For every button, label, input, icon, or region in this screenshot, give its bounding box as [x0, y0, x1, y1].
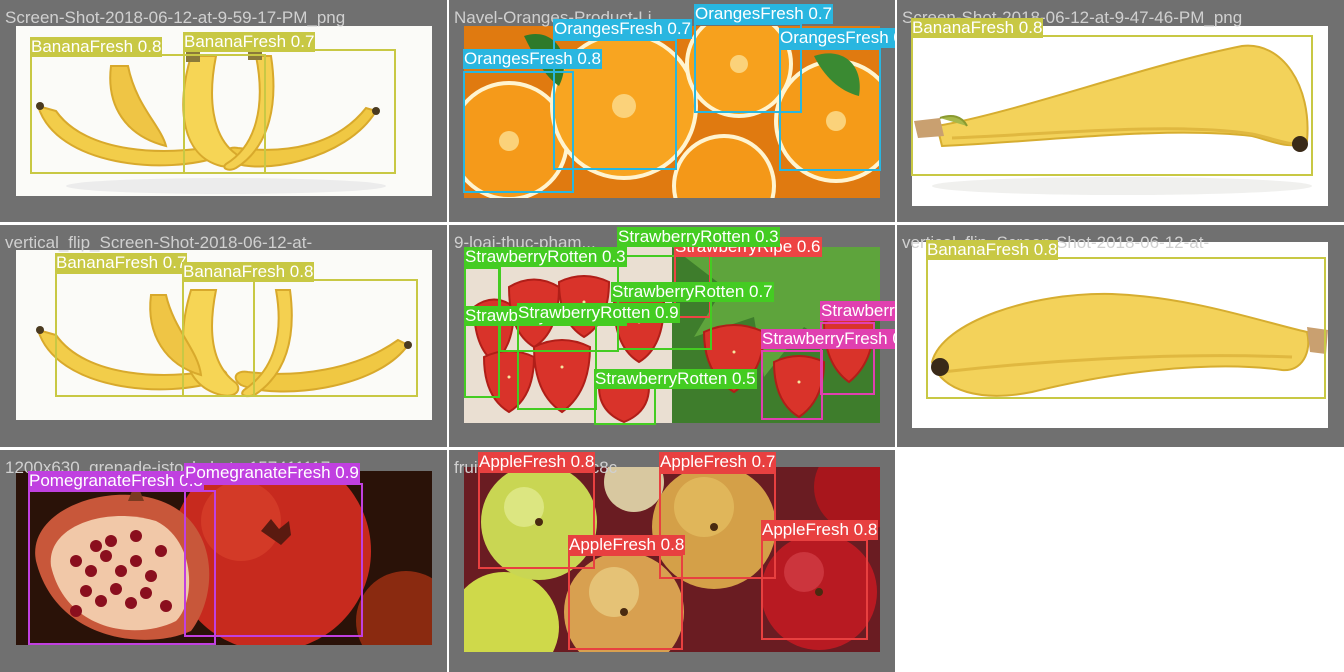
- bounding-box: [184, 483, 363, 637]
- image-tile-oranges: Navel-Oranges-Product-Li... OrangesFresh…: [449, 0, 895, 222]
- detection-label: StrawberryRotten 0.3: [617, 227, 780, 247]
- detection-label: AppleFresh 0.8: [478, 452, 596, 472]
- detection-label: AppleFresh 0.8: [761, 520, 879, 540]
- detection-label: StrawberryFresh 0.4: [761, 329, 895, 349]
- bounding-box: [761, 539, 868, 640]
- bounding-box: [926, 257, 1326, 399]
- image-tile-pomegranates: 1200x630_grenade-istockphoto-157411117 P…: [0, 450, 447, 672]
- bounding-box: [464, 267, 500, 398]
- detection-label: OrangesFresh 0.7: [553, 19, 693, 39]
- image-tile-bananas: Screen-Shot-2018-06-12-at-9-59-17-PM_png…: [0, 0, 447, 222]
- detection-label: StrawberryRotten 0.3: [464, 247, 627, 267]
- detection-label: StrawberryFresh 0.4: [820, 301, 895, 321]
- image-tile-bananas-flipped: vertical_flip_Screen-Shot-2018-06-12-at-…: [0, 225, 447, 447]
- detection-label: BananaFresh 0.8: [182, 262, 315, 282]
- detection-label: StrawberryRotten 0.9: [517, 303, 680, 323]
- detection-label: PomegranateFresh 0.8: [28, 471, 204, 491]
- bounding-box: [183, 49, 396, 174]
- detection-label: StrawberryRotten 0.7: [611, 282, 774, 302]
- image-tile-strawberries: 9-loai-thuc-pham... StrawberryRotten 0.3…: [449, 225, 895, 447]
- image-filename: Screen-Shot-2018-06-12-at-9-59-17-PM_png: [5, 8, 346, 27]
- detection-label: OrangesFresh 0.8: [463, 49, 603, 69]
- detection-label: OrangesFresh 0.7: [694, 4, 834, 24]
- detection-label: AppleFresh 0.7: [659, 452, 777, 472]
- image-tile-banana-flipped: vertical_flip_Screen-Shot-2018-06-12-at-…: [897, 225, 1344, 447]
- bounding-box: [594, 385, 656, 425]
- detection-label: AppleFresh 0.8: [568, 535, 686, 555]
- bounding-box: [517, 320, 597, 410]
- bounding-box: [911, 35, 1313, 176]
- detection-label: BananaFresh 0.8: [30, 37, 163, 57]
- image-tile-banana: Screen-Shot-2018-06-12-at-9-47-46-PM_png…: [897, 0, 1344, 222]
- bounding-box: [182, 279, 418, 397]
- image-tile-apples: fruits-...-41121...0fc8c AppleFresh 0.8 …: [449, 450, 895, 672]
- detection-label: BananaFresh 0.8: [911, 18, 1044, 38]
- detection-label: StrawberryRotten 0.5: [594, 369, 757, 389]
- bounding-box: [568, 554, 683, 650]
- bounding-box: [761, 350, 823, 420]
- image-filename: vertical_flip_Screen-Shot-2018-06-12-at-: [5, 233, 313, 252]
- detection-label: OrangesFresh 0.9: [779, 28, 895, 48]
- detection-label: BananaFresh 0.7: [55, 253, 188, 273]
- detection-label: BananaFresh 0.8: [926, 240, 1059, 260]
- detection-label: BananaFresh 0.7: [183, 32, 316, 52]
- detection-label: PomegranateFresh 0.9: [184, 463, 360, 483]
- bounding-box: [779, 48, 881, 171]
